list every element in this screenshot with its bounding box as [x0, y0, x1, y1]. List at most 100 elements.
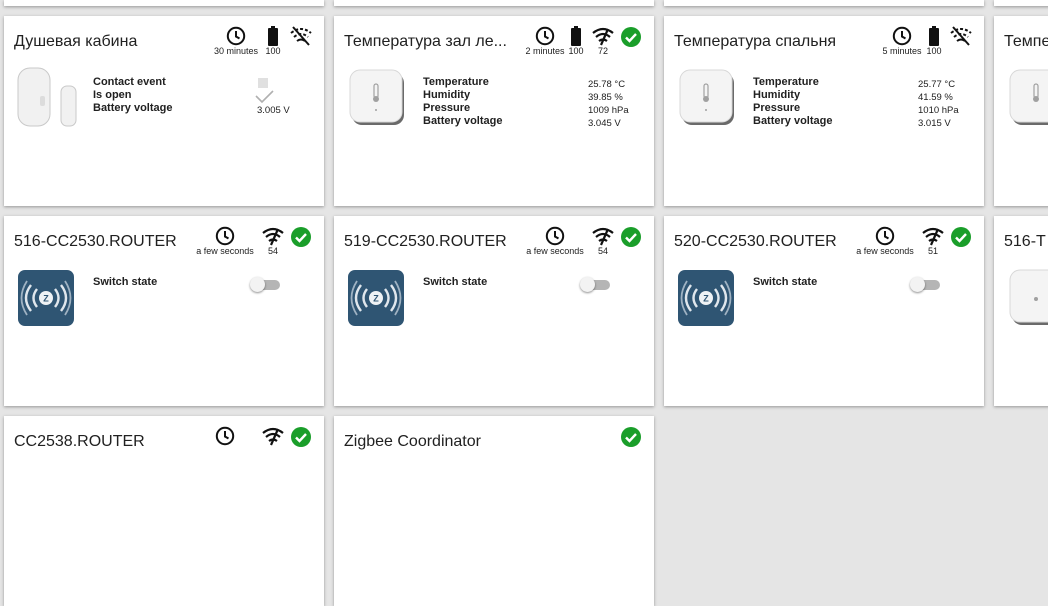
device-card-temp-bedroom[interactable]: Температура спальня 5 minutes 100 Temper…	[664, 16, 984, 206]
property-label: Humidity	[423, 89, 471, 101]
card-fragment	[334, 0, 654, 6]
temperature-sensor-image	[1009, 69, 1048, 125]
link-quality-status: 54	[253, 226, 293, 256]
toggle-thumb	[910, 277, 925, 292]
pressure-value: 1009 hPa	[588, 105, 629, 116]
property-label: Battery voltage	[423, 115, 503, 127]
door-sensor-image	[17, 67, 77, 127]
property-label: Pressure	[423, 102, 471, 114]
link-quality-status	[281, 26, 321, 46]
temperature-value: 25.78 °C	[588, 79, 626, 90]
property-labels: Temperature Humidity Pressure Battery vo…	[423, 76, 502, 128]
property-label: Battery voltage	[93, 102, 173, 114]
clock-icon	[215, 426, 235, 446]
card-fragment	[4, 0, 324, 6]
battery-voltage-value: 3.015 V	[918, 118, 951, 129]
battery-value: 100	[265, 46, 281, 56]
property-label: Switch state	[753, 276, 818, 288]
property-labels: Switch state	[423, 276, 487, 289]
toggle-thumb	[580, 277, 595, 292]
device-title: 516-T	[1004, 233, 1046, 250]
clock-icon	[535, 26, 555, 46]
signal-icon	[922, 227, 944, 246]
signal-off-icon	[290, 26, 312, 46]
device-title: 520-CC2530.ROUTER	[674, 233, 837, 250]
signal-off-icon	[950, 26, 972, 46]
last-seen-status	[205, 426, 245, 446]
zigbee-router-icon: Z	[18, 270, 74, 326]
clock-icon	[215, 226, 235, 246]
battery-voltage-value: 3.005 V	[257, 105, 290, 116]
check-circle-icon	[951, 227, 971, 247]
toggle-thumb	[250, 277, 265, 292]
battery-voltage-value: 3.045 V	[588, 118, 621, 129]
device-card-temp-hall[interactable]: Температура зал ле... 2 minutes 100 72 T…	[334, 16, 654, 206]
battery-icon	[268, 26, 278, 46]
device-title: Температура спальня	[674, 33, 837, 50]
switch-state-toggle[interactable]	[580, 277, 610, 292]
check-circle-icon	[621, 227, 641, 247]
device-card-partial-516[interactable]: 516-T	[994, 216, 1048, 406]
clock-icon	[892, 26, 912, 46]
property-labels: Switch state	[753, 276, 817, 289]
card-fragment	[994, 0, 1048, 6]
device-title: CC2538.ROUTER	[14, 433, 145, 450]
check-circle-icon	[621, 27, 641, 47]
link-quality-status: 72	[583, 26, 623, 56]
link-quality-status	[253, 426, 293, 446]
signal-icon	[592, 27, 614, 46]
property-values: 25.77 °C 41.59 % 1010 hPa 3.015 V	[918, 78, 959, 130]
clock-icon	[875, 226, 895, 246]
device-title: Душевая кабина	[14, 33, 138, 50]
link-quality-status: 54	[583, 226, 623, 256]
zigbee-router-icon: Z	[678, 270, 734, 326]
contact-checkbox	[255, 78, 274, 104]
temperature-sensor-image	[1009, 269, 1048, 325]
temperature-sensor-image	[679, 69, 734, 125]
property-label: Switch state	[423, 276, 488, 288]
link-quality-status	[941, 26, 981, 46]
device-card-partial[interactable]: Темпе	[994, 16, 1048, 206]
switch-state-toggle[interactable]	[910, 277, 940, 292]
signal-icon	[262, 427, 284, 446]
humidity-value: 39.85 %	[588, 92, 623, 103]
device-card-shower[interactable]: Душевая кабина 30 minutes 100 Contact ev…	[4, 16, 324, 206]
humidity-value: 41.59 %	[918, 92, 953, 103]
property-values: 25.78 °C 39.85 % 1009 hPa 3.045 V	[588, 78, 629, 130]
property-label: Temperature	[753, 76, 819, 88]
battery-value: 100	[926, 46, 942, 56]
property-labels: Switch state	[93, 276, 157, 289]
link-quality-status: 51	[913, 226, 953, 256]
signal-icon	[592, 227, 614, 246]
device-title: 519-CC2530.ROUTER	[344, 233, 507, 250]
device-title: 516-CC2530.ROUTER	[14, 233, 177, 250]
svg-text:Z: Z	[43, 294, 49, 304]
signal-icon	[262, 227, 284, 246]
pressure-value: 1010 hPa	[918, 105, 959, 116]
check-circle-icon	[291, 227, 311, 247]
device-title: Температура зал ле...	[344, 33, 507, 50]
device-card-router-520[interactable]: 520-CC2530.ROUTER a few seconds 51 Z Swi…	[664, 216, 984, 406]
temperature-value: 25.77 °C	[918, 79, 956, 90]
zigbee-router-icon: Z	[348, 270, 404, 326]
property-label: Switch state	[93, 276, 158, 288]
device-card-router-519[interactable]: 519-CC2530.ROUTER a few seconds 54 Z Swi…	[334, 216, 654, 406]
clock-icon	[226, 26, 246, 46]
card-fragment	[664, 0, 984, 6]
property-label: Contact event	[93, 76, 166, 88]
temperature-sensor-image	[349, 69, 404, 125]
property-labels: Contact event Is open Battery voltage	[93, 76, 172, 115]
property-label: Humidity	[753, 89, 801, 101]
device-title: Zigbee Coordinator	[344, 433, 481, 450]
svg-text:Z: Z	[703, 294, 709, 304]
svg-text:Z: Z	[373, 294, 379, 304]
clock-icon	[545, 226, 565, 246]
property-label: Battery voltage	[753, 115, 833, 127]
switch-state-toggle[interactable]	[250, 277, 280, 292]
property-labels: Temperature Humidity Pressure Battery vo…	[753, 76, 832, 128]
property-label: Temperature	[423, 76, 489, 88]
device-title: Темпе	[1004, 33, 1048, 50]
device-card-router-516[interactable]: 516-CC2530.ROUTER a few seconds 54 Z Swi…	[4, 216, 324, 406]
property-label: Is open	[93, 89, 132, 101]
property-label: Pressure	[753, 102, 801, 114]
